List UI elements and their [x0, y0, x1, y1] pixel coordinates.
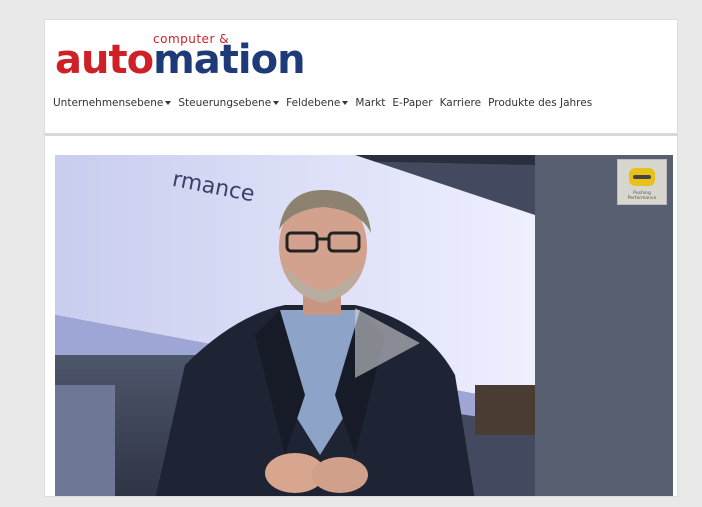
nav-label: Steuerungsebene [178, 97, 272, 109]
play-icon[interactable] [345, 303, 425, 383]
caret-down-icon [273, 101, 280, 105]
vendor-logo: Pushing Performance [617, 159, 667, 205]
nav-item-unternehmensebene[interactable]: Unternehmensebene [53, 97, 172, 109]
main-nav: Unternehmensebene Steuerungsebene Feldeb… [53, 94, 673, 112]
vendor-tagline: Pushing Performance [627, 191, 657, 201]
caret-down-icon [342, 101, 349, 105]
header-divider [45, 133, 677, 136]
nav-label: Markt [355, 97, 386, 109]
video-player[interactable]: Pushing Performance rmance [55, 155, 673, 496]
page-card: computer & automation Unternehmensebene … [44, 19, 678, 497]
nav-item-produkte-des-jahres[interactable]: Produkte des Jahres [488, 97, 592, 109]
nav-label: Karriere [439, 97, 482, 109]
logo-part-auto: auto [55, 37, 154, 83]
nav-item-markt[interactable]: Markt [355, 97, 385, 109]
nav-item-karriere[interactable]: Karriere [440, 97, 482, 109]
site-logo[interactable]: computer & automation [55, 28, 385, 90]
nav-label: Produkte des Jahres [488, 97, 593, 109]
nav-label: Unternehmensebene [53, 97, 164, 109]
vendor-mark-icon [629, 168, 655, 186]
nav-item-steuerungsebene[interactable]: Steuerungsebene [178, 97, 280, 109]
nav-label: E-Paper [392, 97, 433, 109]
logo-part-mation: mation [153, 37, 305, 83]
caret-down-icon [165, 101, 172, 105]
logo-wordmark: automation [55, 37, 306, 83]
nav-item-feldebene[interactable]: Feldebene [286, 97, 349, 109]
nav-label: Feldebene [286, 97, 341, 109]
nav-item-epaper[interactable]: E-Paper [392, 97, 432, 109]
